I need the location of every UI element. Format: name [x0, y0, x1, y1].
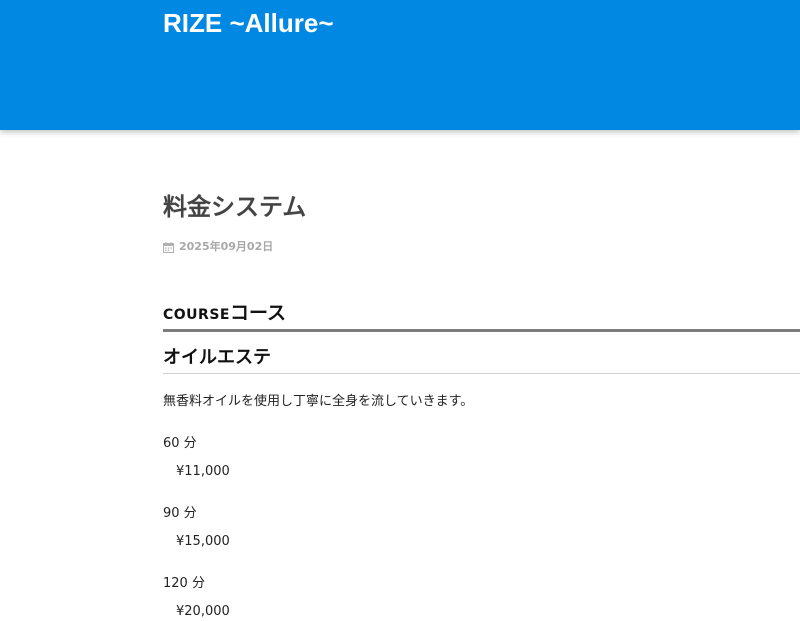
- price-value: ¥20,000: [176, 604, 230, 619]
- section-heading-course: COURSEコース: [163, 297, 800, 332]
- calendar-icon: [163, 241, 174, 253]
- price-item: 60 分 ¥11,000: [163, 435, 463, 481]
- post-date: 2025年09月02日: [163, 240, 273, 254]
- price-value: ¥11,000: [176, 464, 230, 479]
- course-description: 無香料オイルを使用し丁寧に全身を流していきます。: [163, 394, 474, 409]
- price-duration: 60 分: [163, 436, 197, 451]
- price-item: 120 分 ¥20,000: [163, 575, 463, 621]
- post-date-text: 2025年09月02日: [179, 240, 274, 253]
- price-value: ¥15,000: [176, 534, 230, 549]
- section-heading-en: COURSE: [163, 307, 230, 323]
- site-title-link[interactable]: RIZE ~Allure~: [163, 8, 334, 38]
- section-heading-ja: コース: [229, 302, 287, 324]
- site-header: RIZE ~Allure~: [0, 0, 800, 130]
- article-content: 料金システム 2025年09月02日 COURSEコース オイルエステ 無香料オ…: [163, 130, 800, 620]
- price-duration: 90 分: [163, 506, 197, 521]
- price-duration: 120 分: [163, 576, 205, 591]
- course-name-heading: オイルエステ: [163, 345, 800, 374]
- page-title: 料金システム: [163, 193, 307, 221]
- price-item: 90 分 ¥15,000: [163, 505, 463, 551]
